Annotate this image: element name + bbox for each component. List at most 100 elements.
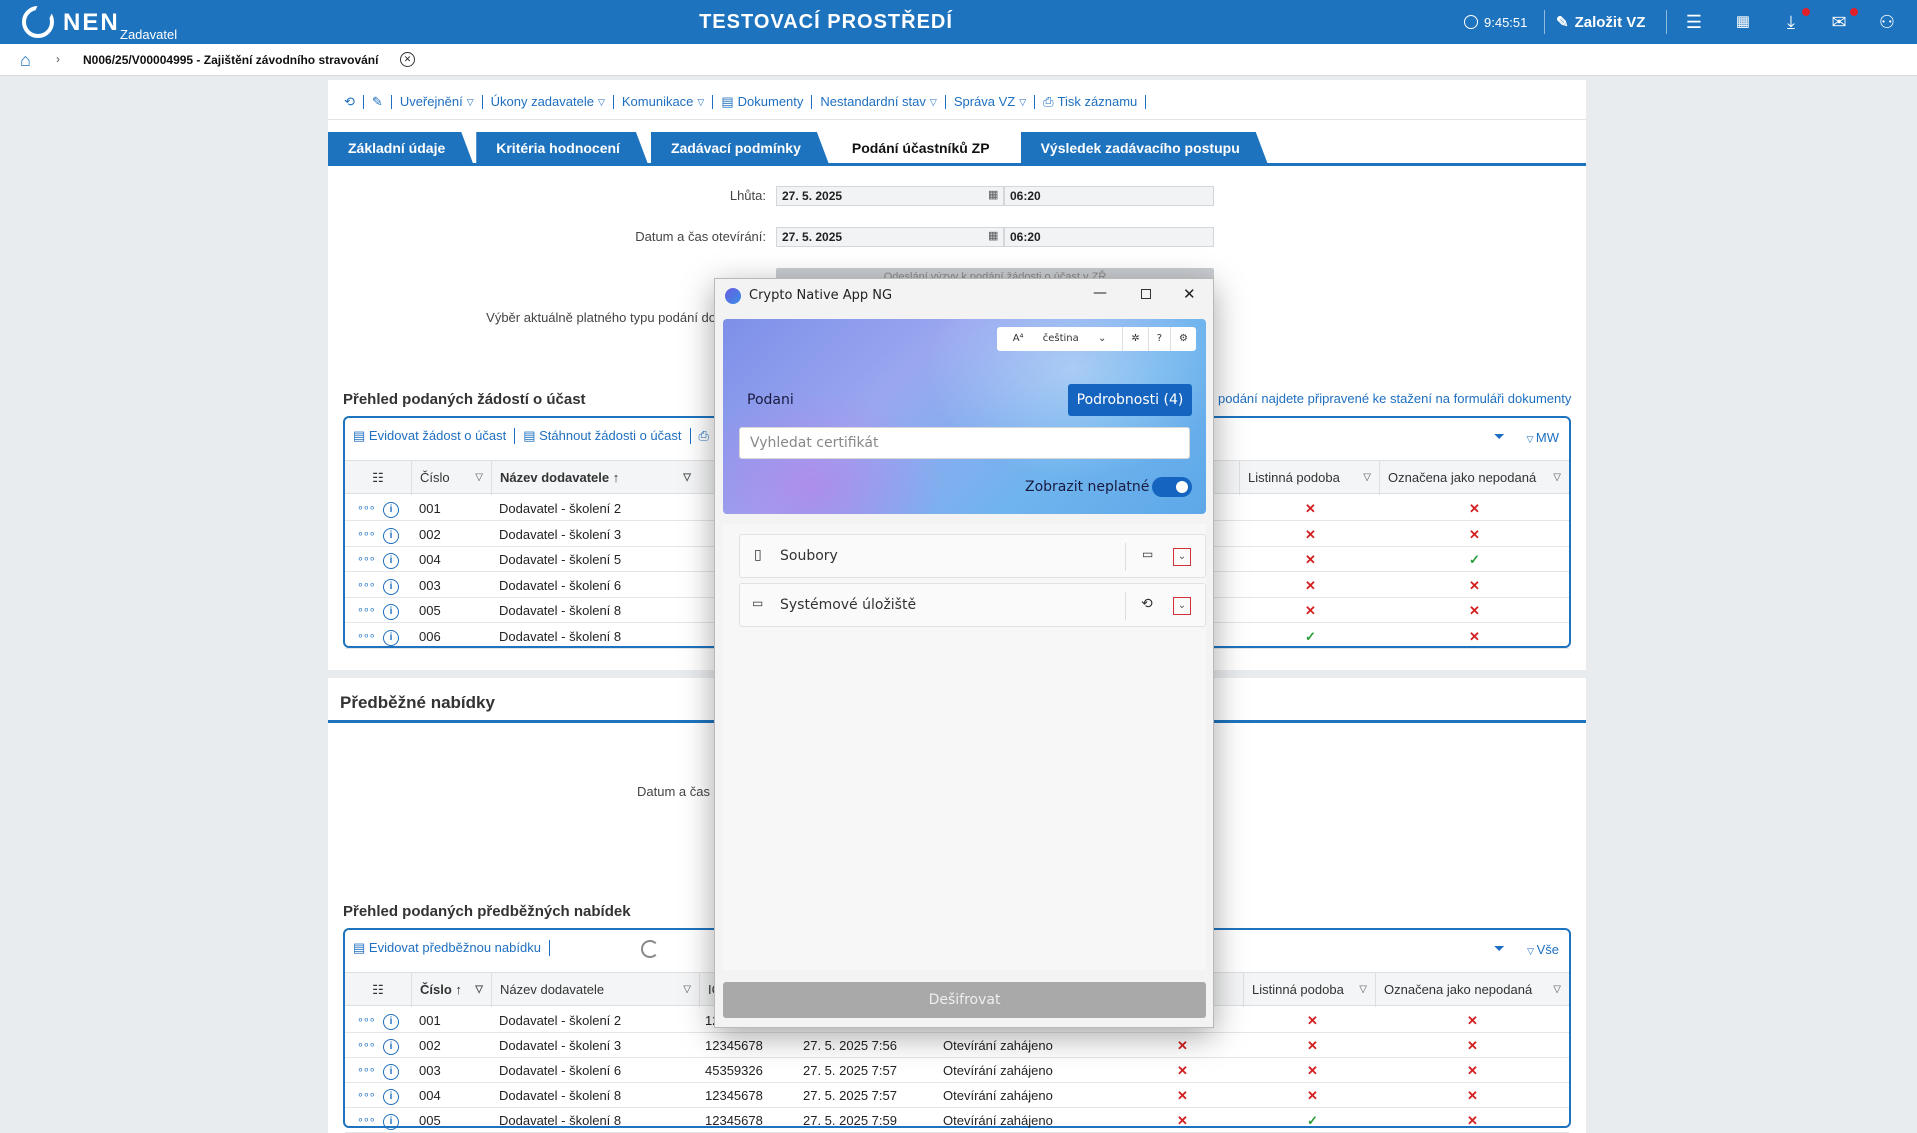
filter-icon[interactable]: ▽	[1553, 973, 1561, 1007]
info-icon[interactable]: i	[383, 1012, 399, 1030]
home-icon[interactable]: ⌂	[20, 50, 31, 71]
info-icon[interactable]: i	[383, 1112, 399, 1130]
calendar-icon[interactable]: ▦	[988, 188, 998, 201]
chevron-down-icon[interactable]: ⌄	[1173, 548, 1191, 566]
chevron-down-icon[interactable]: ⌄	[1173, 597, 1191, 615]
info-icon[interactable]: i	[383, 526, 399, 544]
calendar-icon[interactable]: ▦	[988, 229, 998, 242]
col-supplier[interactable]: Název dodavatele ▽	[491, 973, 699, 1007]
action-documents[interactable]: ▤ Dokumenty	[713, 94, 813, 109]
filter-icon[interactable]: ⏷	[1494, 428, 1505, 445]
calendar-icon[interactable]: ▦	[1732, 12, 1754, 32]
refresh-icon[interactable]: ⟲	[336, 94, 364, 109]
col-paper[interactable]: Listinná podoba ▽	[1243, 973, 1375, 1007]
table-row[interactable]: ∘∘∘ i 005 Dodavatel - školení 8 12345678 27. …	[345, 1108, 1569, 1133]
filter-icon[interactable]: ▽	[1553, 461, 1561, 495]
action-tasks[interactable]: Úkony zadavatele ▽	[483, 94, 614, 109]
row-actions-icon[interactable]: ∘∘∘	[357, 522, 376, 547]
action-nonstandard[interactable]: Nestandardní stav ▽	[812, 94, 946, 109]
register-request-button[interactable]: ▤ Evidovat žádost o účast	[353, 428, 516, 444]
info-icon[interactable]: i	[383, 1087, 399, 1105]
user-icon[interactable]: ⚇	[1876, 12, 1898, 32]
deadline-date-field[interactable]: 27. 5. 2025	[776, 186, 1004, 206]
info-icon[interactable]: i	[383, 577, 399, 595]
decrypt-button[interactable]: Dešifrovat	[723, 982, 1206, 1018]
table-row[interactable]: ∘∘∘ i 003 Dodavatel - školení 6 45359326 27. …	[345, 1058, 1569, 1083]
download-icon[interactable]: ⤓	[1780, 12, 1802, 32]
close-icon[interactable]: ✕	[1183, 285, 1196, 303]
row-actions-icon[interactable]: ∘∘∘	[357, 547, 376, 572]
show-invalid-toggle[interactable]	[1152, 477, 1192, 497]
table-row[interactable]: ∘∘∘ i 004 Dodavatel - školení 8 12345678 27. …	[345, 1083, 1569, 1108]
printer-icon[interactable]: ⎙	[699, 428, 709, 444]
language-selector[interactable]: A⁴ čeština ⌄	[997, 327, 1123, 351]
filter-icon[interactable]: ⏷	[1494, 940, 1505, 957]
filter-icon[interactable]: ▽	[1359, 973, 1367, 1007]
tab-result[interactable]: Výsledek zadávacího postupu	[1021, 132, 1268, 164]
dialog-titlebar[interactable]: Crypto Native App NG — ✕	[715, 279, 1213, 313]
col-supplier[interactable]: Název dodavatele ↑ ▽	[491, 461, 699, 495]
create-vz-button[interactable]: ✎ Založit VZ	[1556, 0, 1645, 44]
info-icon[interactable]: i	[383, 628, 399, 646]
pencil-icon[interactable]: ✎	[364, 94, 392, 109]
info-icon[interactable]: i	[383, 500, 399, 518]
info-icon[interactable]: i	[383, 551, 399, 569]
help-icon[interactable]: ?	[1147, 327, 1170, 351]
action-print[interactable]: ⎙ Tisk záznamu	[1035, 94, 1147, 109]
info-icon[interactable]: i	[383, 1062, 399, 1080]
download-note[interactable]: podání najdete připravené ke stažení na …	[1218, 391, 1571, 406]
tab-conditions[interactable]: Zadávací podmínky	[651, 132, 829, 164]
folder-icon[interactable]: ▭	[1142, 547, 1153, 561]
filter-icon[interactable]: ▽	[683, 461, 691, 495]
info-icon[interactable]: i	[383, 602, 399, 620]
view-selector[interactable]: ▽ Vše	[1527, 942, 1559, 957]
row-actions-icon[interactable]: ∘∘∘	[357, 496, 376, 521]
opening-date-field[interactable]: 27. 5. 2025	[776, 227, 1004, 247]
mail-icon[interactable]: ✉	[1828, 12, 1850, 32]
row-actions-icon[interactable]: ∘∘∘	[357, 1058, 376, 1083]
column-settings-icon[interactable]: ☷	[345, 461, 411, 495]
row-actions-icon[interactable]: ∘∘∘	[357, 598, 376, 623]
action-management[interactable]: Správa VZ ▽	[946, 94, 1036, 109]
menu-icon[interactable]: ☰	[1683, 12, 1705, 32]
col-number[interactable]: Číslo ▽	[411, 461, 491, 495]
minimize-icon[interactable]: —	[1093, 285, 1107, 301]
row-actions-icon[interactable]: ∘∘∘	[357, 1108, 376, 1133]
col-not-submitted[interactable]: Označena jako nepodaná ▽	[1375, 973, 1569, 1007]
refresh-icon[interactable]: ⟲	[1141, 596, 1153, 612]
action-communication[interactable]: Komunikace ▽	[614, 94, 714, 109]
download-requests-button[interactable]: ▤ Stáhnout žádosti o účast	[523, 428, 691, 444]
certificate-search-input[interactable]: Vyhledat certifikát	[739, 427, 1190, 459]
row-actions-icon[interactable]: ∘∘∘	[357, 573, 376, 598]
filter-icon[interactable]: ▽	[683, 973, 691, 1007]
maximize-icon[interactable]	[1141, 289, 1151, 299]
settings-icon[interactable]: ⚙	[1170, 327, 1196, 351]
view-selector[interactable]: ▽ MW	[1526, 430, 1559, 445]
filter-icon[interactable]: ▽	[475, 461, 483, 495]
tab-submissions[interactable]: Podání účastníků ZP	[832, 132, 1018, 165]
tab-basic[interactable]: Základní údaje	[328, 132, 473, 164]
deadline-time-field[interactable]: 06:20	[1004, 186, 1214, 206]
breadcrumb-current[interactable]: N006/25/V00004995 - Zajištění závodního …	[83, 53, 378, 67]
col-not-submitted[interactable]: Označena jako nepodaná ▽	[1379, 461, 1569, 495]
col-number[interactable]: Číslo ↑ ▽	[411, 973, 491, 1007]
action-publish[interactable]: Uveřejnění ▽	[392, 94, 483, 109]
storage-system[interactable]: ▭ Systémové úložiště ⟲ ⌄	[739, 583, 1206, 627]
filter-icon[interactable]: ▽	[1363, 461, 1371, 495]
table-row[interactable]: ∘∘∘ i 002 Dodavatel - školení 3 12345678 27. …	[345, 1033, 1569, 1058]
register-prelim-button[interactable]: ▤ Evidovat předběžnou nabídku	[353, 940, 550, 956]
row-actions-icon[interactable]: ∘∘∘	[357, 624, 376, 649]
filter-icon[interactable]: ▽	[475, 973, 483, 1007]
row-actions-icon[interactable]: ∘∘∘	[357, 1083, 376, 1108]
tab-criteria[interactable]: Kritéria hodnocení	[476, 132, 648, 164]
storage-files[interactable]: ▯ Soubory ▭ ⌄	[739, 534, 1206, 578]
opening-time-field[interactable]: 06:20	[1004, 227, 1214, 247]
details-button[interactable]: Podrobnosti (4)	[1068, 384, 1192, 416]
column-settings-icon[interactable]: ☷	[345, 973, 411, 1007]
close-icon[interactable]: ✕	[400, 52, 415, 67]
info-icon[interactable]: i	[383, 1037, 399, 1055]
bug-icon[interactable]: ✲	[1122, 327, 1147, 351]
row-actions-icon[interactable]: ∘∘∘	[357, 1033, 376, 1058]
row-actions-icon[interactable]: ∘∘∘	[357, 1008, 376, 1033]
col-paper[interactable]: Listinná podoba ▽	[1239, 461, 1379, 495]
